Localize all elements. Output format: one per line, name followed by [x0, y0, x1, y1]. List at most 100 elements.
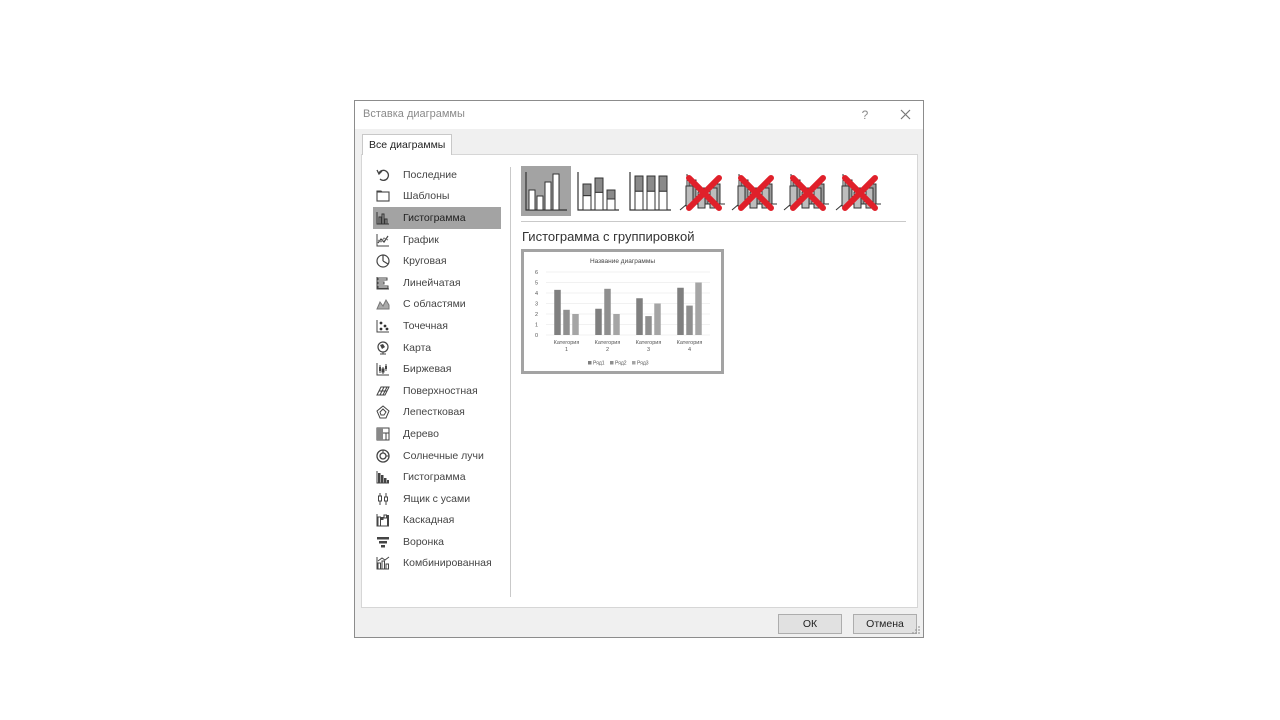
3d-clustered-column-icon[interactable] [677, 166, 727, 216]
chart-type-label: Гистограмма [403, 211, 466, 224]
subtype-thumbnail [731, 174, 777, 211]
legend-label: Ряд2 [615, 361, 627, 367]
chart-type-label: Круговая [403, 255, 447, 268]
chart-type-label: Лепестковая [403, 406, 465, 419]
x-category-label: 1 [565, 347, 568, 353]
chart-type-item[interactable]: Карта [373, 337, 501, 359]
funnel-chart-icon [375, 534, 391, 550]
preview-chart-svg: Название диаграммы6543210Категория1Катег… [535, 258, 710, 367]
chart-type-label: Дерево [403, 427, 439, 440]
chart-type-item[interactable]: Дерево [373, 423, 501, 445]
box-whisker-chart-icon [375, 491, 391, 507]
bar-chart-icon [375, 275, 391, 291]
chart-type-label: Шаблоны [403, 190, 450, 203]
bar [636, 298, 643, 335]
y-tick-label: 5 [535, 281, 538, 287]
x-category-label: Категория [595, 340, 621, 346]
clustered-column-icon[interactable] [521, 166, 571, 216]
close-icon [900, 109, 910, 120]
area-chart-icon [375, 296, 391, 312]
horizontal-divider [521, 221, 906, 222]
y-tick-label: 2 [535, 312, 538, 318]
folder-icon [375, 188, 391, 204]
x-category-label: Категория [636, 340, 662, 346]
chart-type-label: Точечная [403, 319, 448, 332]
subtype-thumbnail [835, 174, 881, 211]
chart-type-item[interactable]: Круговая [373, 250, 501, 272]
close-button[interactable] [893, 104, 917, 126]
bar [554, 289, 561, 335]
chart-type-item[interactable]: Ящик с усами [373, 488, 501, 510]
chart-subtype-strip [521, 166, 881, 216]
chart-type-label: Солнечные лучи [403, 449, 484, 462]
bar [613, 314, 620, 335]
chart-type-item[interactable]: Каскадная [373, 510, 501, 532]
map-chart-icon [375, 340, 391, 356]
recent-icon [375, 167, 391, 183]
bar [563, 309, 570, 335]
x-category-label: Категория [677, 340, 703, 346]
y-tick-label: 3 [535, 302, 538, 308]
chart-type-item[interactable]: Биржевая [373, 358, 501, 380]
x-category-label: Категория [554, 340, 580, 346]
chart-type-item[interactable]: Линейчатая [373, 272, 501, 294]
chart-type-label: Каскадная [403, 514, 455, 527]
help-button[interactable]: ? [855, 105, 875, 125]
tab-all-charts[interactable]: Все диаграммы [362, 134, 453, 155]
chart-type-item[interactable]: Шаблоны [373, 186, 501, 208]
bar [604, 288, 611, 335]
title-bar: Вставка диаграммы ? [355, 101, 923, 129]
chart-type-item[interactable]: С областями [373, 294, 501, 316]
x-category-label: 2 [606, 347, 609, 353]
stacked-column-icon[interactable] [573, 166, 623, 216]
chart-type-item[interactable]: Солнечные лучи [373, 445, 501, 467]
insert-chart-dialog: Вставка диаграммы ? Все диаграммы Послед… [354, 100, 924, 638]
combo-chart-icon [375, 555, 391, 571]
chart-type-item[interactable]: Поверхностная [373, 380, 501, 402]
content-panel: Последние Шаблоны Гистограмма График Кругова… [361, 154, 918, 608]
chart-type-item[interactable]: Гистограмма [373, 466, 501, 488]
3d-stacked-column-icon[interactable] [729, 166, 779, 216]
chart-type-item[interactable]: Комбинированная [373, 553, 501, 575]
treemap-chart-icon [375, 426, 391, 442]
subtype-title: Гистограмма с группировкой [522, 229, 695, 244]
surface-chart-icon [375, 383, 391, 399]
stock-chart-icon [375, 361, 391, 377]
bar [595, 308, 602, 335]
chart-type-label: Линейчатая [403, 276, 461, 289]
subtype-thumbnail [783, 174, 829, 211]
sunburst-chart-icon [375, 448, 391, 464]
chart-type-item[interactable]: Воронка [373, 531, 501, 553]
100-stacked-column-icon[interactable] [625, 166, 675, 216]
bar [695, 282, 702, 335]
resize-grip-icon[interactable] [911, 625, 921, 635]
chart-type-label: Поверхностная [403, 384, 478, 397]
chart-type-item[interactable]: Последние [373, 164, 501, 186]
legend-label: Ряд3 [637, 361, 649, 367]
histogram-chart-icon [375, 469, 391, 485]
chart-type-item[interactable]: Гистограмма [373, 207, 501, 229]
waterfall-chart-icon [375, 512, 391, 528]
chart-type-label: С областями [403, 298, 466, 311]
y-tick-label: 6 [535, 270, 538, 276]
legend-swatch [632, 361, 636, 365]
vertical-divider [510, 167, 511, 597]
cancel-button[interactable]: Отмена [853, 614, 917, 634]
bar [645, 316, 652, 335]
x-category-label: 3 [647, 347, 650, 353]
chart-type-item[interactable]: График [373, 229, 501, 251]
3d-100-stacked-column-icon[interactable] [781, 166, 831, 216]
legend-swatch [610, 361, 614, 365]
chart-type-label: Комбинированная [403, 557, 492, 570]
chart-type-label: График [403, 233, 439, 246]
chart-preview[interactable]: Название диаграммы 6 5 4 3 2 1 0 Категория 1 Катег… [521, 249, 724, 374]
3d-column-icon[interactable] [833, 166, 883, 216]
chart-type-item[interactable]: Точечная [373, 315, 501, 337]
ok-button[interactable]: ОК [778, 614, 842, 634]
bar [654, 303, 661, 335]
legend-label: Ряд1 [593, 361, 605, 367]
chart-type-label: Гистограмма [403, 471, 466, 484]
column-chart-icon [375, 210, 391, 226]
x-category-label: 4 [688, 347, 691, 353]
chart-type-item[interactable]: Лепестковая [373, 402, 501, 424]
